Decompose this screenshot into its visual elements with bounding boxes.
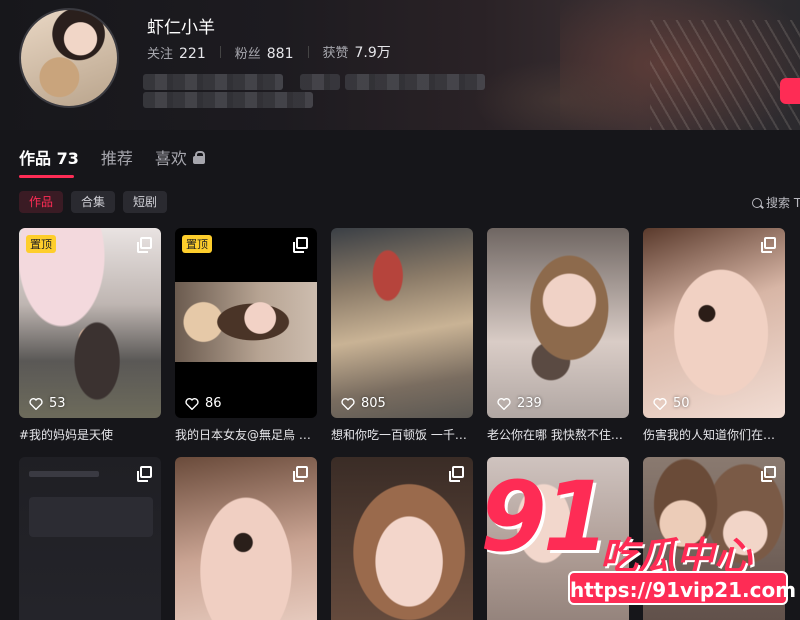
video-thumbnail[interactable]: 置顶 53	[19, 228, 161, 418]
image-set-icon	[449, 466, 464, 482]
video-card[interactable]: 置顶 53 #我的妈妈是天使	[19, 228, 161, 443]
tab-recommended[interactable]: 推荐	[101, 145, 133, 169]
like-count: 86	[185, 396, 222, 411]
active-tab-indicator	[19, 175, 74, 178]
video-thumbnail[interactable]: 239	[487, 228, 629, 418]
heart-icon	[653, 398, 667, 410]
image-set-icon	[137, 466, 152, 482]
image-set-icon	[137, 237, 152, 253]
tab-liked[interactable]: 喜欢	[155, 145, 205, 169]
video-caption[interactable]: 想和你吃一百顿饭 一千…	[331, 426, 473, 443]
blurred-bio	[345, 74, 485, 90]
profile-tabs: 作品 73 推荐 喜欢	[19, 145, 205, 169]
watermark: 91 吃瓜中心 https://91vip21.com	[480, 461, 796, 615]
video-thumbnail[interactable]	[19, 457, 161, 620]
video-card[interactable]: 805 想和你吃一百顿饭 一千…	[331, 228, 473, 443]
tab-works[interactable]: 作品 73	[19, 145, 79, 169]
chip-collections[interactable]: 合集	[71, 191, 116, 213]
video-card[interactable]	[175, 457, 317, 620]
video-card[interactable]	[19, 457, 161, 620]
video-card[interactable]: 239 老公你在哪 我快熬不住…	[487, 228, 629, 443]
image-set-icon	[293, 466, 308, 482]
username: 虾仁小羊	[147, 18, 215, 38]
video-caption[interactable]: 老公你在哪 我快熬不住…	[487, 426, 629, 443]
blurred-bio	[143, 92, 313, 108]
watermark-url: https://91vip21.com	[568, 571, 796, 605]
like-count: 50	[653, 396, 690, 411]
video-thumbnail[interactable]: 50	[643, 228, 785, 418]
video-card[interactable]: 置顶 86 我的日本女友@無足烏 …	[175, 228, 317, 443]
heart-icon	[341, 398, 355, 410]
video-thumbnail[interactable]: 置顶 86	[175, 228, 317, 418]
avatar[interactable]	[19, 8, 119, 108]
chip-works[interactable]: 作品	[19, 191, 64, 213]
heart-icon	[185, 398, 199, 410]
watermark-number: 91	[480, 461, 610, 573]
like-count: 805	[341, 396, 386, 411]
pinned-badge: 置顶	[182, 235, 212, 253]
stat-followers[interactable]: 粉丝 881	[235, 43, 294, 62]
heart-icon	[29, 398, 43, 410]
follow-button[interactable]	[780, 78, 800, 104]
search-works[interactable]: 搜索 T	[752, 194, 800, 211]
blurred-bio	[143, 74, 283, 90]
video-caption[interactable]: #我的妈妈是天使	[19, 426, 161, 443]
video-thumbnail[interactable]	[331, 457, 473, 620]
stat-likes: 获赞 7.9万	[322, 45, 391, 61]
like-count: 53	[29, 396, 66, 411]
stat-following[interactable]: 关注 221	[147, 43, 206, 62]
video-card[interactable]	[331, 457, 473, 620]
video-thumbnail[interactable]	[175, 457, 317, 620]
pinned-badge: 置顶	[26, 235, 56, 253]
search-icon	[752, 197, 762, 208]
video-card[interactable]: 50 伤害我的人知道你们在…	[643, 228, 785, 443]
profile-stats: 关注 221 粉丝 881 获赞 7.9万	[147, 42, 391, 62]
lock-icon	[192, 151, 205, 164]
blurred-bio	[300, 74, 340, 90]
video-caption[interactable]: 我的日本女友@無足烏 …	[175, 426, 317, 443]
video-thumbnail[interactable]: 805	[331, 228, 473, 418]
video-caption[interactable]: 伤害我的人知道你们在…	[643, 426, 785, 443]
chip-short-drama[interactable]: 短剧	[123, 191, 168, 213]
heart-icon	[497, 398, 511, 410]
filter-chips: 作品 合集 短剧	[19, 191, 168, 213]
like-count: 239	[497, 396, 542, 411]
profile-banner	[0, 0, 800, 130]
image-set-icon	[761, 237, 776, 253]
image-set-icon	[293, 237, 308, 253]
